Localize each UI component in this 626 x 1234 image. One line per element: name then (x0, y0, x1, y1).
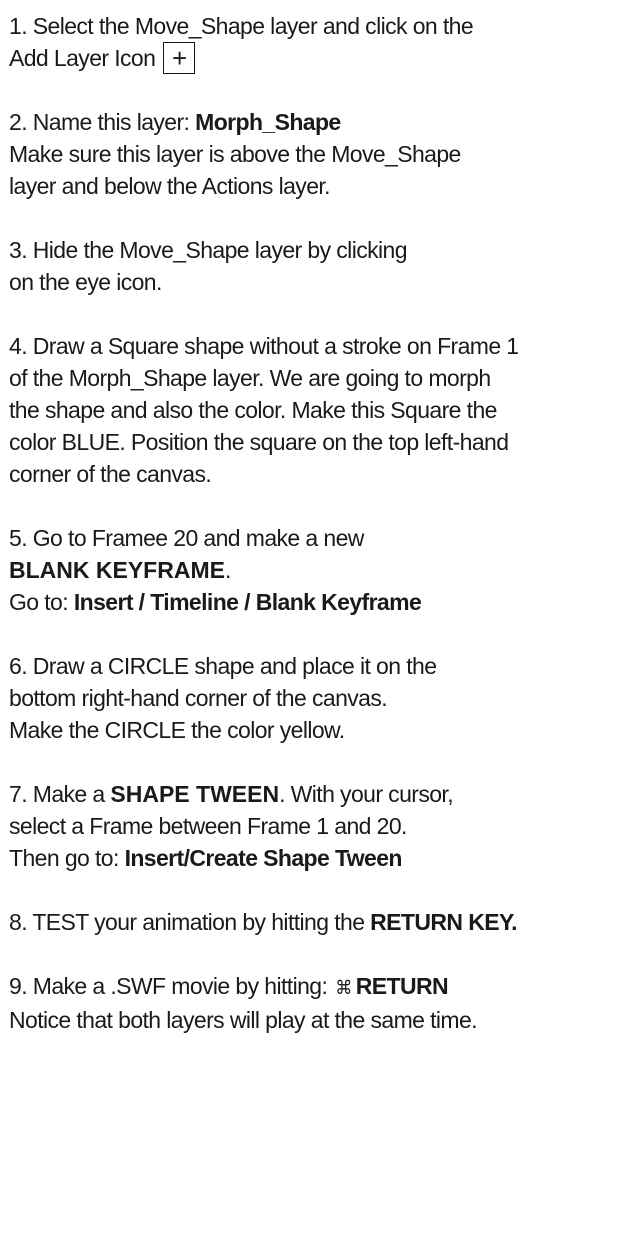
step-7-line-3: Then go to: Insert/Create Shape Tween (9, 842, 626, 874)
step-8: 8. TEST your animation by hitting the RE… (9, 906, 626, 938)
step-7-suffix: . With your cursor, (279, 781, 454, 807)
step-5-goto-prefix: Go to: (9, 589, 74, 615)
step-4: 4. Draw a Square shape without a stroke … (9, 330, 626, 490)
step-5-line-2: BLANK KEYFRAME. (9, 554, 626, 586)
step-4-line-5: corner of the canvas. (9, 461, 212, 487)
step-3-line-1: 3. Hide the Move_Shape layer by clicking (9, 237, 408, 263)
step-8-line-1: 8. TEST your animation by hitting the RE… (9, 906, 626, 938)
step-7-line-1: 7. Make a SHAPE TWEEN. With your cursor, (9, 778, 626, 810)
step-1-line-2-text: Add Layer Icon (9, 45, 156, 71)
step-9-prefix: 9. Make a .SWF movie by hitting: (9, 973, 328, 999)
instruction-document: 1. Select the Move_Shape layer and click… (9, 10, 626, 1068)
step-7: 7. Make a SHAPE TWEEN. With your cursor,… (9, 778, 626, 874)
step-5-period: . (224, 557, 231, 583)
step-2-line-2: Make sure this layer is above the Move_S… (9, 141, 461, 167)
shape-tween-label: SHAPE TWEEN (110, 781, 280, 807)
step-6-line-1: 6. Draw a CIRCLE shape and place it on t… (9, 653, 437, 679)
step-7-goto-prefix: Then go to: (9, 845, 125, 871)
step-7-menu-path: Insert/Create Shape Tween (124, 845, 403, 871)
step-5: 5. Go to Framee 20 and make a new BLANK … (9, 522, 626, 618)
step-9: 9. Make a .SWF movie by hitting: ⌘ RETURN … (9, 970, 626, 1036)
step-5-menu-path: Insert / Timeline / Blank Keyframe (73, 589, 422, 615)
step-9-line-2: Notice that both layers will play at the… (9, 1007, 478, 1033)
add-layer-icon: + (163, 41, 196, 74)
step-5-line-1: 5. Go to Framee 20 and make a new (9, 525, 364, 551)
step-9-line-1: 9. Make a .SWF movie by hitting: ⌘ RETURN (9, 970, 626, 1004)
step-4-line-1: 4. Draw a Square shape without a stroke … (9, 333, 519, 359)
step-1-line-2: Add Layer Icon + (9, 41, 626, 74)
step-6-line-3: Make the CIRCLE the color yellow. (9, 717, 345, 743)
step-5-line-3: Go to: Insert / Timeline / Blank Keyfram… (9, 586, 626, 618)
blank-keyframe-label: BLANK KEYFRAME (9, 557, 225, 583)
step-7-prefix: 7. Make a (9, 781, 111, 807)
step-2-layer-name: Morph_Shape (195, 109, 341, 135)
step-2: 2. Name this layer: Morph_Shape Make sur… (9, 106, 626, 202)
step-3-line-2: on the eye icon. (9, 269, 162, 295)
step-9-return-label: RETURN (355, 973, 449, 999)
step-6-line-2: bottom right-hand corner of the canvas. (9, 685, 388, 711)
step-2-line-1: 2. Name this layer: Morph_Shape (9, 106, 626, 138)
step-2-prefix: 2. Name this layer: (9, 109, 196, 135)
step-2-line-3: layer and below the Actions layer. (9, 173, 331, 199)
step-8-prefix: 8. TEST your animation by hitting the (9, 909, 371, 935)
step-4-line-3: the shape and also the color. Make this … (9, 397, 497, 423)
step-6: 6. Draw a CIRCLE shape and place it on t… (9, 650, 626, 746)
step-4-line-2: of the Morph_Shape layer. We are going t… (9, 365, 491, 391)
step-1: 1. Select the Move_Shape layer and click… (9, 10, 626, 74)
step-7-line-2: select a Frame between Frame 1 and 20. (9, 813, 407, 839)
command-key-icon: ⌘ (335, 977, 352, 999)
return-key-label: RETURN KEY. (370, 909, 517, 935)
step-3: 3. Hide the Move_Shape layer by clicking… (9, 234, 626, 298)
step-1-line-1: 1. Select the Move_Shape layer and click… (9, 13, 474, 39)
step-4-line-4: color BLUE. Position the square on the t… (9, 429, 509, 455)
